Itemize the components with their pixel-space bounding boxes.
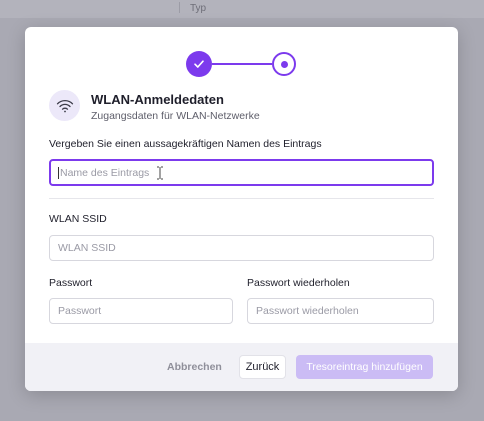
password-repeat-placeholder: Passwort wiederholen bbox=[256, 305, 359, 317]
password-label: Passwort bbox=[49, 277, 93, 289]
step-2-current bbox=[272, 52, 296, 76]
text-caret bbox=[58, 166, 59, 179]
step-1-completed bbox=[186, 51, 212, 77]
password-repeat-label: Passwort wiederholen bbox=[247, 277, 350, 289]
entry-type-subtitle: Zugangsdaten für WLAN-Netzwerke bbox=[91, 110, 260, 122]
entry-type-icon bbox=[49, 90, 80, 121]
entry-type-title: WLAN-Anmeldedaten bbox=[91, 92, 224, 107]
back-button[interactable]: Zurück bbox=[239, 355, 286, 379]
text-cursor-icon bbox=[157, 166, 163, 180]
cancel-button[interactable]: Abbrechen bbox=[159, 355, 230, 379]
entry-name-placeholder: Name des Eintrags bbox=[60, 166, 150, 179]
stepper bbox=[186, 51, 296, 77]
ssid-placeholder: WLAN SSID bbox=[58, 242, 116, 254]
dot-icon bbox=[280, 60, 288, 68]
add-entry-dialog: WLAN-Anmeldedaten Zugangsdaten für WLAN-… bbox=[25, 27, 458, 391]
password-input[interactable]: Passwort bbox=[49, 298, 233, 324]
ssid-label: WLAN SSID bbox=[49, 213, 107, 225]
check-icon bbox=[194, 60, 204, 68]
password-repeat-input[interactable]: Passwort wiederholen bbox=[247, 298, 434, 324]
add-entry-button[interactable]: Tresoreintrag hinzufügen bbox=[296, 355, 433, 379]
entry-name-input[interactable]: Name des Eintrags bbox=[49, 159, 434, 186]
password-placeholder: Passwort bbox=[58, 305, 102, 317]
background-table-header: Typ bbox=[0, 0, 484, 18]
wifi-icon bbox=[56, 99, 73, 112]
section-divider bbox=[49, 198, 434, 199]
column-separator bbox=[179, 2, 180, 13]
stepper-connector bbox=[212, 63, 272, 65]
dialog-footer: Abbrechen Zurück Tresoreintrag hinzufüge… bbox=[25, 343, 458, 391]
column-label-type: Typ bbox=[190, 3, 207, 14]
entry-name-label: Vergeben Sie einen aussagekräftigen Name… bbox=[49, 138, 322, 150]
ssid-input[interactable]: WLAN SSID bbox=[49, 235, 434, 261]
entry-type-header: WLAN-Anmeldedaten Zugangsdaten für WLAN-… bbox=[49, 90, 429, 122]
